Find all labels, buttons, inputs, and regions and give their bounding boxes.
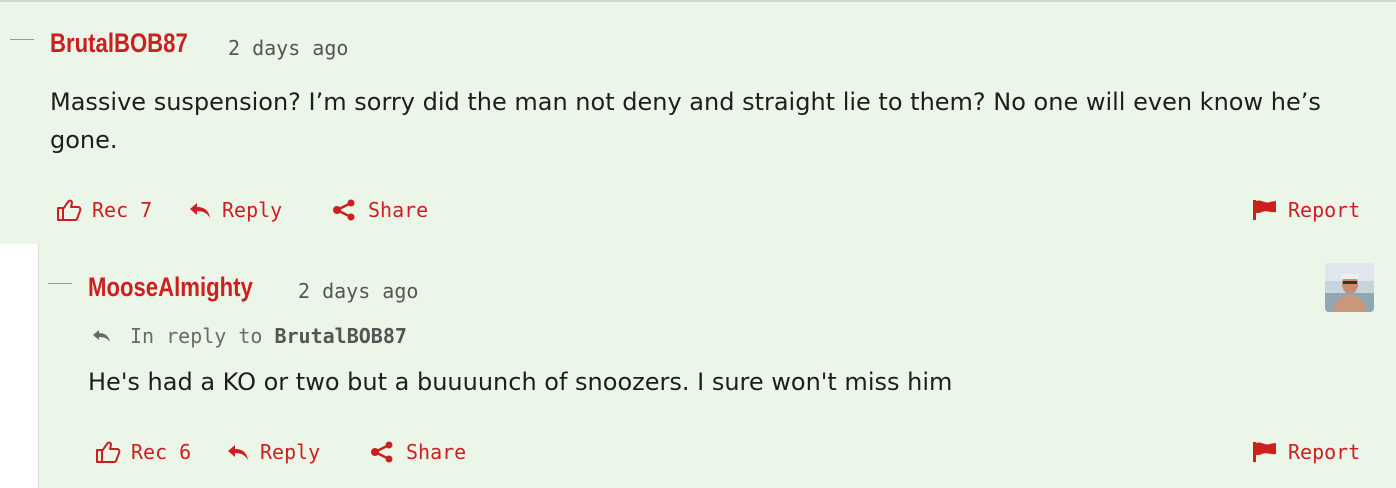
share-button[interactable]: Share [332,198,428,222]
collapse-thread-button[interactable] [10,39,34,40]
comment-body: Massive suspension? I’m sorry did the ma… [50,88,1321,154]
share-button[interactable]: Share [370,440,466,464]
comment-thread: BrutalBOB87 2 days ago Massive suspensio… [0,0,1396,488]
thumbs-up-icon [57,199,82,221]
in-reply-prefix: In reply to [130,324,263,348]
flag-icon [1253,442,1276,462]
share-label: Share [406,440,467,464]
in-reply-target[interactable]: BrutalBOB87 [274,324,406,348]
rec-button[interactable]: Rec 7 [56,198,152,222]
reply-label: Reply [222,198,283,222]
reply-button[interactable]: Reply [226,440,320,464]
comment-body: He's had a KO or two but a buuuunch of s… [88,368,953,396]
thumbs-up-icon [96,441,121,463]
report-label: Report [1288,440,1361,464]
reply-button[interactable]: Reply [188,198,282,222]
rec-label: Rec [131,440,168,464]
reply-label: Reply [260,440,321,464]
report-button[interactable]: Report [1252,198,1360,222]
share-label: Share [368,198,429,222]
avatar[interactable] [1325,263,1374,312]
reply-arrow-icon [93,330,110,342]
rec-count: 7 [140,198,153,222]
reply-arrow-icon [190,203,210,218]
flag-icon [1253,200,1276,220]
comment-author[interactable]: MooseAlmighty [88,272,253,303]
comment-author[interactable]: BrutalBOB87 [50,28,188,59]
report-label: Report [1288,198,1361,222]
thread-indent-line [38,244,39,488]
share-icon [371,441,393,463]
report-button[interactable]: Report [1252,440,1360,464]
in-reply-to: In reply to BrutalBOB87 [92,324,407,348]
reply-arrow-icon [228,445,248,460]
comment-timestamp: 2 days ago [298,279,419,303]
collapse-thread-button[interactable] [48,283,72,284]
rec-button[interactable]: Rec 6 [95,440,191,464]
share-icon [333,199,355,221]
rec-label: Rec [92,198,129,222]
rec-count: 6 [179,440,192,464]
comment-timestamp: 2 days ago [228,36,349,60]
